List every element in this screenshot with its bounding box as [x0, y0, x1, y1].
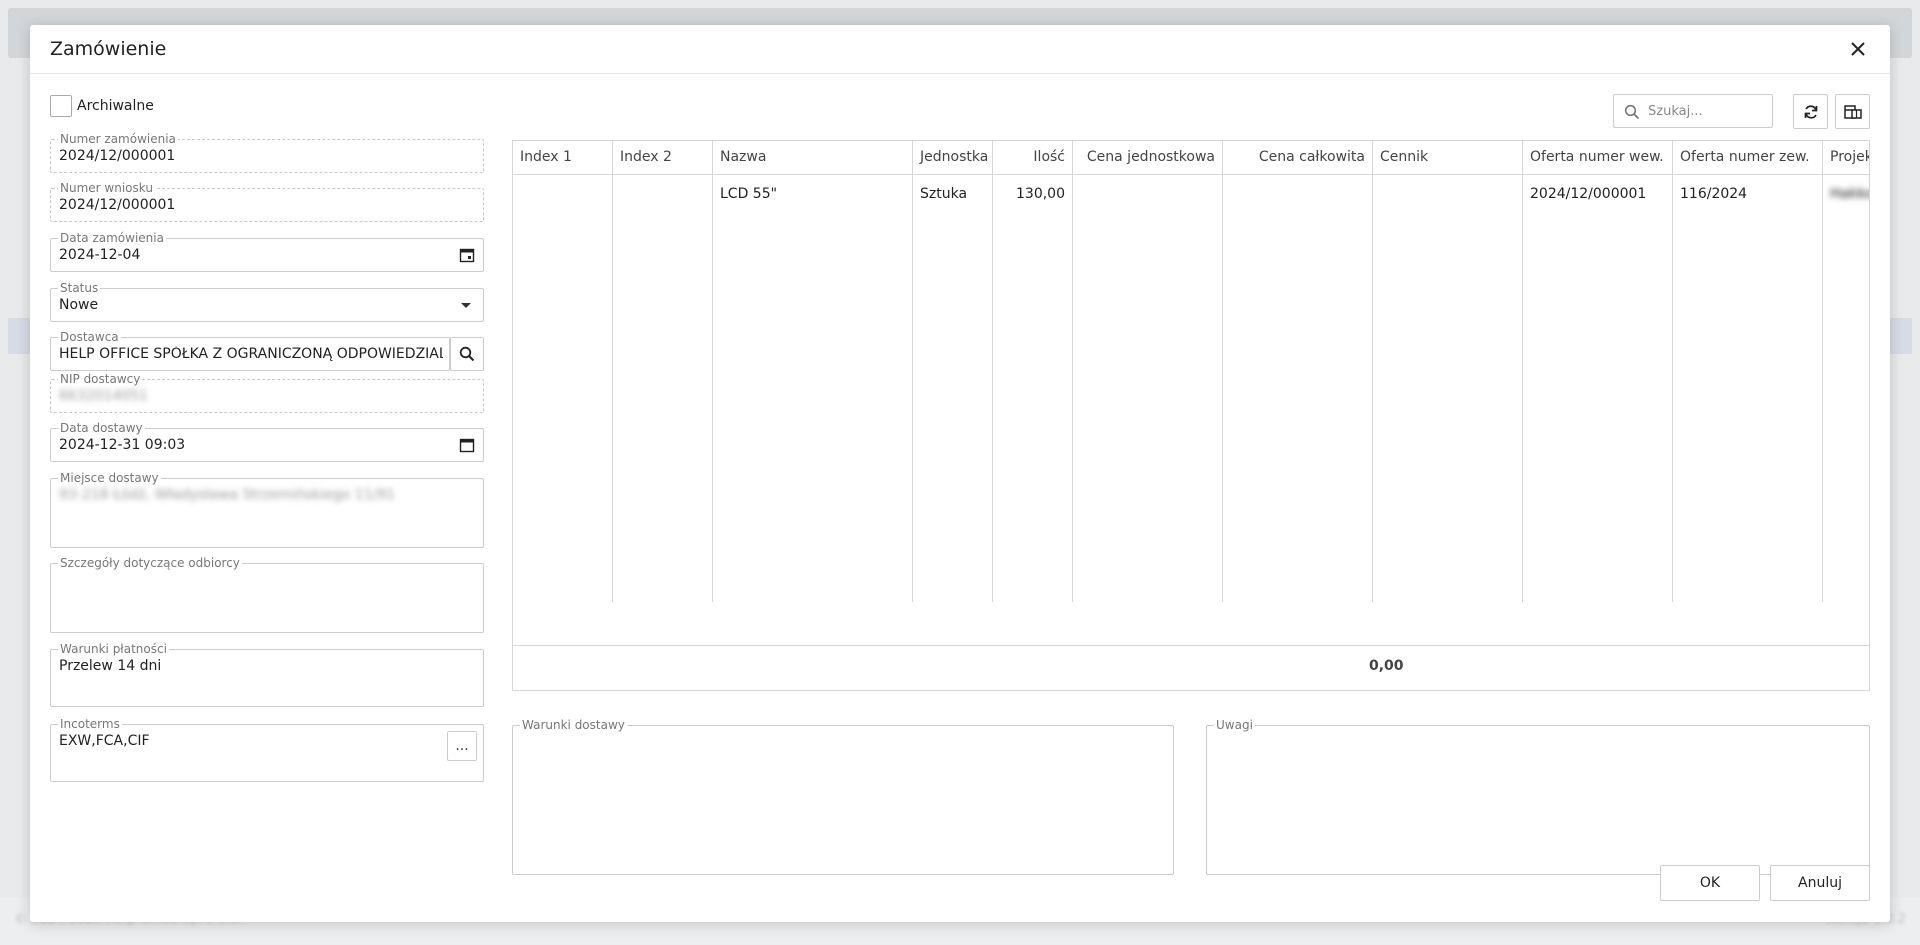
request-number-label: Numer wniosku — [58, 181, 155, 195]
supplier-nip-label: NIP dostawcy — [58, 372, 143, 386]
cell-index1 — [513, 175, 613, 602]
payment-terms-field[interactable]: Warunki płatności Przelew 14 dni — [50, 642, 484, 707]
column-chooser-icon — [1843, 104, 1862, 119]
incoterms-field[interactable]: Incoterms EXW,FCA,CIF ... — [50, 717, 484, 782]
column-header-offer-external[interactable]: Oferta numer zew. — [1673, 141, 1823, 174]
archive-toggle[interactable]: Archiwalne — [50, 95, 154, 117]
supplier-value: HELP OFFICE SPÓŁKA Z OGRANICZONĄ ODPOWIE… — [59, 346, 443, 362]
order-date-value: 2024-12-04 — [59, 247, 141, 263]
delivery-terms-field[interactable]: Warunki dostawy — [512, 718, 1174, 875]
supplier-field[interactable]: Dostawca HELP OFFICE SPÓŁKA Z OGRANICZON… — [50, 330, 450, 371]
payment-terms-label: Warunki płatności — [58, 642, 169, 656]
dialog-header: Zamówienie — [30, 25, 1890, 74]
column-chooser-button[interactable] — [1835, 94, 1870, 129]
table-row[interactable]: LCD 55" Sztuka 130,00 2024/12/000001 116… — [513, 175, 1870, 602]
recipient-details-label: Szczegóły dotyczące odbiorcy — [58, 556, 242, 570]
column-header-index2[interactable]: Index 2 — [613, 141, 713, 174]
order-items-grid: Index 1 Index 2 Nazwa Jednostka Ilość Ce… — [512, 140, 1870, 646]
cell-name-value: LCD 55" — [720, 186, 778, 202]
cell-offer-internal-value: 2024/12/000001 — [1530, 186, 1647, 202]
request-number-value: 2024/12/000001 — [59, 197, 176, 213]
cell-quantity-value: 130,00 — [1016, 186, 1065, 202]
order-date-label: Data zamówienia — [58, 231, 166, 245]
order-date-field[interactable]: Data zamówienia 2024-12-04 — [50, 231, 484, 272]
refresh-button[interactable] — [1793, 94, 1828, 129]
refresh-icon — [1804, 104, 1817, 119]
cell-unit: Sztuka — [913, 175, 993, 602]
column-header-pricelist[interactable]: Cennik — [1373, 141, 1523, 174]
delivery-place-value: 93-218 Łódź, Władysława Strzemińskiego 1… — [59, 487, 396, 503]
column-header-name[interactable]: Nazwa — [713, 141, 913, 174]
delivery-date-field[interactable]: Data dostawy 2024-12-31 09:03 — [50, 421, 484, 462]
notes-label: Uwagi — [1214, 718, 1255, 732]
notes-field[interactable]: Uwagi — [1206, 718, 1870, 875]
dialog-title: Zamówienie — [50, 38, 167, 60]
order-number-value: 2024/12/000001 — [59, 148, 176, 164]
dropdown-arrow-icon — [461, 303, 471, 308]
order-number-field: Numer zamówienia 2024/12/000001 — [50, 132, 484, 173]
column-header-total-price[interactable]: Cena całkowita — [1223, 141, 1373, 174]
request-number-field: Numer wniosku 2024/12/000001 — [50, 181, 484, 222]
supplier-label: Dostawca — [58, 330, 121, 344]
column-header-offer-internal[interactable]: Oferta numer wew. — [1523, 141, 1673, 174]
archive-label: Archiwalne — [77, 98, 154, 114]
grid-search-input[interactable] — [1648, 101, 1766, 121]
cell-unit-price — [1073, 175, 1223, 602]
ok-button[interactable]: OK — [1660, 865, 1760, 901]
calendar-icon[interactable] — [459, 437, 475, 453]
cell-quantity: 130,00 — [993, 175, 1073, 602]
column-header-quantity[interactable]: Ilość — [993, 141, 1073, 174]
incoterms-label: Incoterms — [58, 717, 122, 731]
cell-unit-value: Sztuka — [920, 186, 968, 202]
delivery-place-field[interactable]: Miejsce dostawy 93-218 Łódź, Władysława … — [50, 471, 484, 548]
column-header-unit-price[interactable]: Cena jednostkowa — [1073, 141, 1223, 174]
grid-header: Index 1 Index 2 Nazwa Jednostka Ilość Ce… — [513, 141, 1869, 175]
delivery-terms-label: Warunki dostawy — [520, 718, 627, 732]
cell-offer-external-value: 116/2024 — [1680, 186, 1748, 202]
delivery-date-value: 2024-12-31 09:03 — [59, 437, 186, 453]
recipient-details-field[interactable]: Szczegóły dotyczące odbiorcy — [50, 556, 484, 633]
supplier-nip-field: NIP dostawcy 6632014051 — [50, 372, 484, 413]
column-header-project[interactable]: Projekt — [1823, 141, 1869, 174]
total-sum: 0,00 — [1369, 658, 1404, 674]
cell-offer-internal: 2024/12/000001 — [1523, 175, 1673, 602]
close-button[interactable] — [1846, 37, 1870, 61]
incoterms-value: EXW,FCA,CIF — [59, 733, 150, 749]
cell-index2 — [613, 175, 713, 602]
payment-terms-value: Przelew 14 dni — [59, 658, 162, 674]
supplier-search-button[interactable] — [450, 337, 484, 371]
column-header-index1[interactable]: Index 1 — [513, 141, 613, 174]
status-select[interactable]: Status Nowe — [50, 281, 484, 322]
cell-name: LCD 55" — [713, 175, 913, 602]
order-number-label: Numer zamówienia — [58, 132, 178, 146]
cell-total-price — [1223, 175, 1373, 602]
grid-summary: 0,00 — [512, 645, 1870, 691]
calendar-icon[interactable] — [459, 247, 475, 263]
delivery-place-label: Miejsce dostawy — [58, 471, 161, 485]
close-icon — [1851, 42, 1865, 56]
status-value: Nowe — [59, 297, 99, 313]
status-label: Status — [58, 281, 101, 295]
cell-pricelist — [1373, 175, 1523, 602]
cell-project-value: Hakko — [1830, 186, 1870, 202]
cell-offer-external: 116/2024 — [1673, 175, 1823, 602]
column-header-unit[interactable]: Jednostka — [913, 141, 993, 174]
cancel-button[interactable]: Anuluj — [1770, 865, 1870, 901]
delivery-date-label: Data dostawy — [58, 421, 145, 435]
archive-checkbox[interactable] — [50, 95, 72, 117]
supplier-nip-value: 6632014051 — [59, 388, 149, 404]
cell-project: Hakko — [1823, 175, 1870, 602]
order-dialog: Zamówienie Archiwalne Numer zamówienia 2… — [30, 25, 1890, 922]
search-icon — [1624, 104, 1640, 120]
incoterms-more-button[interactable]: ... — [447, 731, 477, 761]
grid-search[interactable] — [1613, 94, 1773, 128]
search-icon — [459, 346, 475, 362]
